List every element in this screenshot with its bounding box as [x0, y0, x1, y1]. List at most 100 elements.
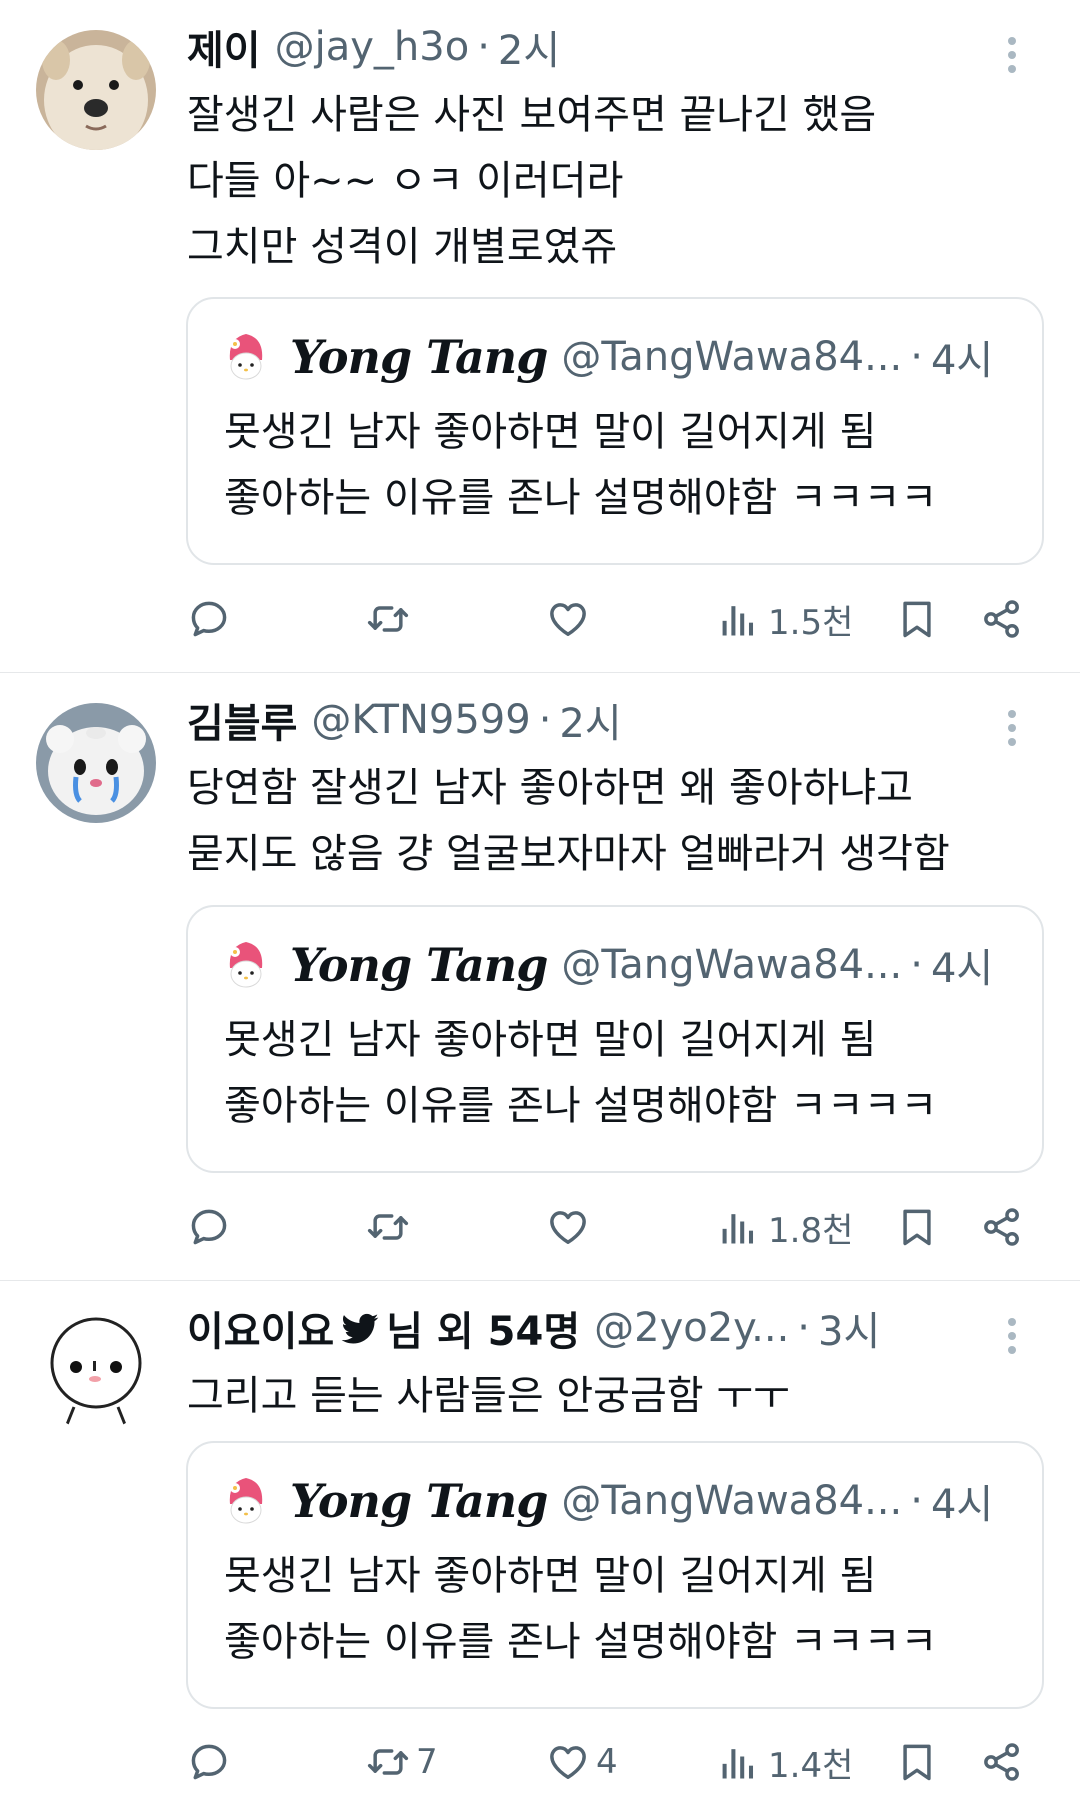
quoted-tweet[interactable]: Yong Tang @TangWawa84... · 4시 못생긴 남자 좋아하…	[186, 297, 1044, 565]
quoted-tweet[interactable]: Yong Tang @TangWawa84... · 4시 못생긴 남자 좋아하…	[186, 1441, 1044, 1709]
more-icon[interactable]	[1006, 707, 1018, 747]
quoted-avatar[interactable]	[224, 330, 268, 384]
separator: ·	[910, 334, 923, 380]
share-button[interactable]	[980, 1732, 1024, 1792]
tweet-text-line: 그리고 듣는 사람들은 안궁금함 ㅜㅜ	[187, 1373, 790, 1419]
quoted-avatar[interactable]	[224, 1474, 268, 1528]
quoted-text-line: 좋아하는 이유를 존나 설명해야함 ㅋㅋㅋㅋ	[224, 1083, 938, 1129]
user-handle[interactable]: @KTN9599	[311, 697, 530, 743]
quoted-text-line: 못생긴 남자 좋아하면 말이 길어지게 됨	[224, 1017, 877, 1063]
bookmark-icon	[895, 1205, 939, 1249]
avatar[interactable]	[36, 30, 156, 150]
retweet-button[interactable]	[366, 589, 410, 649]
tweet-text: 잘생긴 사람은 사진 보여주면 끝나긴 했음 다들 아~~ ㅇㅋ 이러더라 그치…	[187, 82, 1047, 280]
action-bar: 1.8천	[0, 1197, 1080, 1257]
reply-button[interactable]	[187, 1732, 231, 1792]
like-button[interactable]	[546, 1197, 590, 1257]
separator: ·	[910, 1478, 923, 1524]
reply-icon	[187, 1205, 231, 1249]
tweet[interactable]: 이요이요 님 외 54명 @2yo2y... · 3시 그리고 듣는 사람들은 …	[0, 1281, 1080, 1817]
quoted-user-handle: @TangWawa84...	[561, 942, 903, 988]
quoted-tweet-text: 못생긴 남자 좋아하면 말이 길어지게 됨 좋아하는 이유를 존나 설명해야함 …	[224, 1007, 937, 1139]
avatar[interactable]	[36, 703, 156, 823]
bookmark-button[interactable]	[895, 1732, 939, 1792]
share-button[interactable]	[980, 1197, 1024, 1257]
quoted-timestamp: 4시	[930, 338, 994, 384]
user-handle[interactable]: @2yo2y...	[594, 1305, 789, 1351]
share-icon	[980, 1205, 1024, 1249]
timestamp[interactable]: 2시	[498, 18, 560, 76]
action-bar: 1.5천	[0, 589, 1080, 649]
retweet-count: 7	[416, 1742, 438, 1782]
retweet-button[interactable]: 7	[366, 1732, 438, 1792]
avatar[interactable]	[36, 1311, 156, 1431]
views-count: 1.4천	[768, 1745, 854, 1786]
more-icon[interactable]	[1006, 34, 1018, 74]
retweeted-by[interactable]: 님 외 54명	[386, 1299, 580, 1357]
views-button[interactable]: 1.5천	[718, 589, 853, 649]
heart-icon	[546, 1740, 590, 1784]
tweet-text: 당연함 잘생긴 남자 좋아하면 왜 좋아하냐고 묻지도 않음 걍 얼굴보자마자 …	[187, 755, 1047, 887]
quoted-tweet-header: Yong Tang @TangWawa84... · 4시	[224, 937, 993, 993]
timestamp[interactable]: 3시	[818, 1299, 880, 1357]
bookmark-button[interactable]	[895, 1197, 939, 1257]
reply-button[interactable]	[187, 589, 231, 649]
quoted-text-line: 못생긴 남자 좋아하면 말이 길어지게 됨	[224, 1553, 877, 1599]
like-button[interactable]: 4	[546, 1732, 618, 1792]
tweet-text: 그리고 듣는 사람들은 안궁금함 ㅜㅜ	[187, 1363, 1047, 1429]
quoted-user-handle: @TangWawa84...	[561, 334, 903, 380]
tweet-text-line: 묻지도 않음 걍 얼굴보자마자 얼빠라거 생각함	[187, 831, 950, 877]
retweet-icon	[366, 597, 410, 641]
bird-icon	[341, 1313, 379, 1344]
tweet-text-line: 당연함 잘생긴 남자 좋아하면 왜 좋아하냐고	[187, 765, 913, 811]
tweet[interactable]: 김블루 @KTN9599 · 2시 당연함 잘생긴 남자 좋아하면 왜 좋아하냐…	[0, 673, 1080, 1281]
like-button[interactable]	[546, 589, 590, 649]
quoted-timestamp: 4시	[930, 1482, 994, 1528]
tweet-text-line: 잘생긴 사람은 사진 보여주면 끝나긴 했음	[187, 92, 877, 138]
separator: ·	[477, 24, 490, 70]
separator: ·	[797, 1305, 810, 1351]
views-count: 1.8천	[768, 1210, 854, 1251]
retweet-icon	[366, 1740, 410, 1784]
share-icon	[980, 597, 1024, 641]
display-name[interactable]: 이요이요	[187, 1299, 334, 1357]
views-count: 1.5천	[768, 602, 854, 643]
display-name[interactable]: 제이	[187, 18, 261, 76]
reply-icon	[187, 1740, 231, 1784]
quoted-text-line: 못생긴 남자 좋아하면 말이 길어지게 됨	[224, 409, 877, 455]
tweet-header: 이요이요 님 외 54명 @2yo2y... · 3시	[187, 1300, 880, 1356]
quoted-timestamp: 4시	[930, 946, 994, 992]
timestamp[interactable]: 2시	[559, 691, 621, 749]
heart-icon	[546, 1205, 590, 1249]
reply-button[interactable]	[187, 1197, 231, 1257]
user-handle[interactable]: @jay_h3o	[275, 24, 470, 70]
like-count: 4	[596, 1742, 618, 1782]
separator: ·	[910, 942, 923, 988]
more-icon[interactable]	[1006, 1315, 1018, 1355]
heart-icon	[546, 597, 590, 641]
views-icon	[718, 1740, 762, 1784]
views-icon	[718, 597, 762, 641]
display-name[interactable]: 김블루	[187, 691, 297, 749]
bookmark-button[interactable]	[895, 589, 939, 649]
quoted-tweet-text: 못생긴 남자 좋아하면 말이 길어지게 됨 좋아하는 이유를 존나 설명해야함 …	[224, 399, 937, 531]
retweet-icon	[366, 1205, 410, 1249]
quoted-avatar[interactable]	[224, 938, 268, 992]
quoted-tweet-header: Yong Tang @TangWawa84... · 4시	[224, 1473, 993, 1529]
share-button[interactable]	[980, 589, 1024, 649]
quoted-tweet-text: 못생긴 남자 좋아하면 말이 길어지게 됨 좋아하는 이유를 존나 설명해야함 …	[224, 1543, 937, 1675]
quoted-user-handle: @TangWawa84...	[561, 1478, 903, 1524]
quoted-text-line: 좋아하는 이유를 존나 설명해야함 ㅋㅋㅋㅋ	[224, 1619, 938, 1665]
views-button[interactable]: 1.8천	[718, 1197, 853, 1257]
quoted-display-name: Yong Tang	[290, 330, 548, 384]
views-icon	[718, 1205, 762, 1249]
quoted-display-name: Yong Tang	[290, 938, 548, 992]
tweet[interactable]: 제이 @jay_h3o · 2시 잘생긴 사람은 사진 보여주면 끝나긴 했음 …	[0, 0, 1080, 673]
separator: ·	[538, 697, 552, 743]
tweet-header: 제이 @jay_h3o · 2시	[187, 19, 560, 75]
quoted-display-name: Yong Tang	[290, 1474, 548, 1528]
action-bar: 7 4 1.4천	[0, 1732, 1080, 1792]
quoted-tweet[interactable]: Yong Tang @TangWawa84... · 4시 못생긴 남자 좋아하…	[186, 905, 1044, 1173]
views-button[interactable]: 1.4천	[718, 1732, 853, 1792]
retweet-button[interactable]	[366, 1197, 410, 1257]
